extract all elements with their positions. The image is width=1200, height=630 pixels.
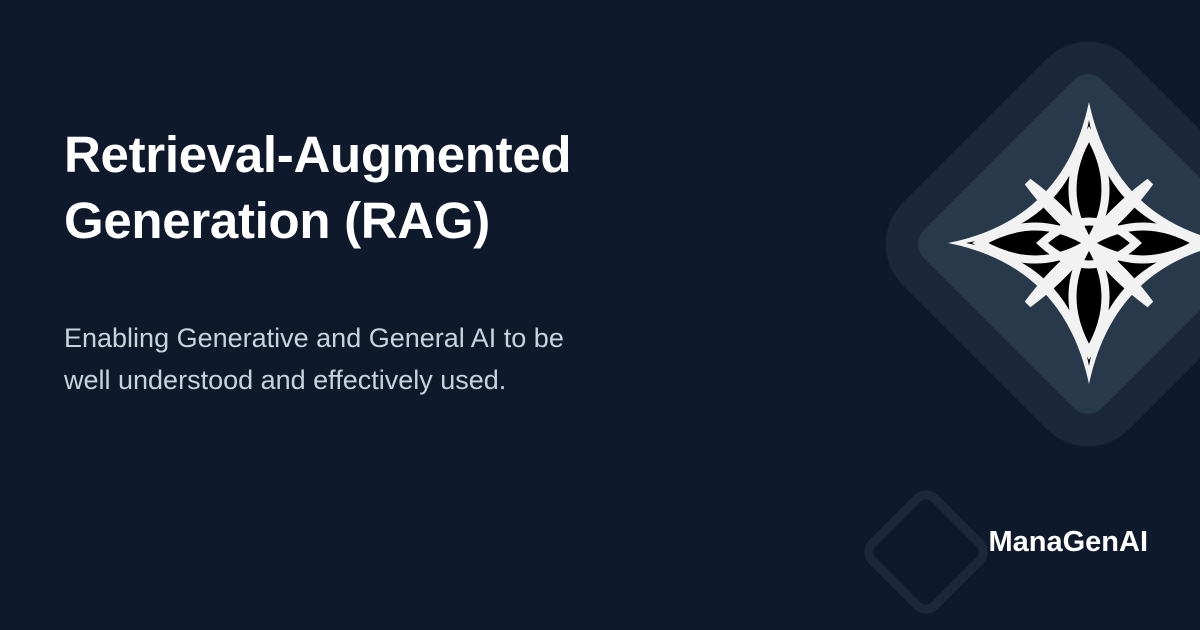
title-line-2: Generation (RAG) bbox=[64, 192, 490, 249]
subtitle-line-2: well understood and effectively used. bbox=[64, 365, 507, 395]
ornate-diamond-logo-icon bbox=[948, 102, 1200, 384]
social-card: Retrieval-Augmented Generation (RAG) Ena… bbox=[0, 0, 1200, 630]
brand-name: ManaGenAI bbox=[988, 526, 1148, 558]
title-line-1: Retrieval-Augmented bbox=[64, 126, 572, 183]
subtitle-line-1: Enabling Generative and General AI to be bbox=[64, 323, 564, 353]
page-title: Retrieval-Augmented Generation (RAG) bbox=[64, 122, 684, 254]
subtitle: Enabling Generative and General AI to be… bbox=[64, 317, 664, 401]
small-diamond-outline bbox=[864, 490, 988, 614]
